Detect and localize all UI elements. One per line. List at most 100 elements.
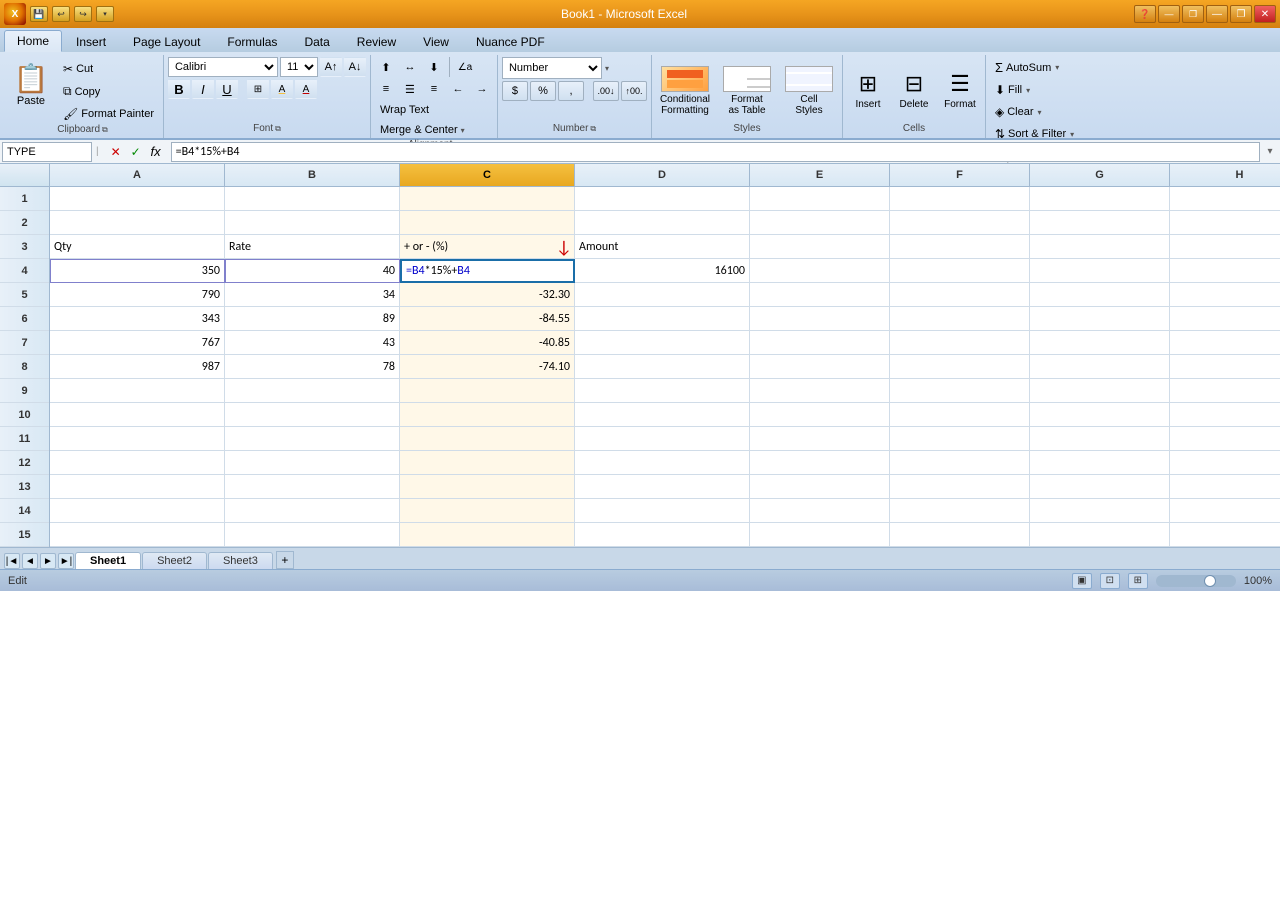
- confirm-formula-button[interactable]: ✓: [127, 143, 145, 161]
- align-bottom-button[interactable]: ⬇: [423, 57, 445, 77]
- cell-D11[interactable]: [575, 427, 750, 451]
- cell-C6[interactable]: -84.55: [400, 307, 575, 331]
- cell-G14[interactable]: [1030, 499, 1170, 523]
- cell-B15[interactable]: [225, 523, 400, 547]
- cell-G4[interactable]: [1030, 259, 1170, 283]
- currency-button[interactable]: $: [502, 81, 528, 101]
- cell-C2[interactable]: [400, 211, 575, 235]
- undo-button[interactable]: ↩: [52, 6, 70, 22]
- restore-ribbon-button[interactable]: ❐: [1182, 5, 1204, 23]
- cell-C1[interactable]: [400, 187, 575, 211]
- cell-F13[interactable]: [890, 475, 1030, 499]
- cell-F14[interactable]: [890, 499, 1030, 523]
- cell-F7[interactable]: [890, 331, 1030, 355]
- col-header-H[interactable]: H: [1170, 164, 1280, 186]
- cell-E9[interactable]: [750, 379, 890, 403]
- qat-dropdown-button[interactable]: ▾: [96, 6, 114, 22]
- cell-G3[interactable]: [1030, 235, 1170, 259]
- cell-C5[interactable]: -32.30: [400, 283, 575, 307]
- fill-color-button[interactable]: A: [271, 79, 293, 99]
- col-header-F[interactable]: F: [890, 164, 1030, 186]
- cell-E11[interactable]: [750, 427, 890, 451]
- help-button[interactable]: ❓: [1134, 5, 1156, 23]
- cell-H6[interactable]: [1170, 307, 1280, 331]
- row-header-15[interactable]: 15: [0, 523, 49, 547]
- cell-D14[interactable]: [575, 499, 750, 523]
- cell-B9[interactable]: [225, 379, 400, 403]
- cell-A6[interactable]: 343: [50, 307, 225, 331]
- cell-G10[interactable]: [1030, 403, 1170, 427]
- tab-page-layout[interactable]: Page Layout: [120, 31, 213, 52]
- cells-group-label[interactable]: Cells: [847, 123, 981, 136]
- cell-E4[interactable]: [750, 259, 890, 283]
- cell-G9[interactable]: [1030, 379, 1170, 403]
- increase-indent-button[interactable]: →: [471, 79, 493, 99]
- formula-input[interactable]: [171, 142, 1260, 162]
- cell-G8[interactable]: [1030, 355, 1170, 379]
- cell-B13[interactable]: [225, 475, 400, 499]
- cell-E13[interactable]: [750, 475, 890, 499]
- align-middle-button[interactable]: ↔: [399, 57, 421, 77]
- row-header-4[interactable]: 4: [0, 259, 49, 283]
- cell-F9[interactable]: [890, 379, 1030, 403]
- percent-button[interactable]: %: [530, 81, 556, 101]
- font-family-select[interactable]: Calibri: [168, 57, 278, 77]
- formula-expand-button[interactable]: ▾: [1262, 142, 1278, 162]
- clipboard-group-label[interactable]: Clipboard ⧉: [6, 124, 159, 137]
- cell-B14[interactable]: [225, 499, 400, 523]
- sheet-nav-prev-button[interactable]: ◄: [22, 553, 38, 569]
- tab-formulas[interactable]: Formulas: [214, 31, 290, 52]
- align-left-button[interactable]: ≡: [375, 79, 397, 99]
- cell-H7[interactable]: [1170, 331, 1280, 355]
- cell-C13[interactable]: [400, 475, 575, 499]
- cell-A4[interactable]: 350: [50, 259, 225, 283]
- cell-D15[interactable]: [575, 523, 750, 547]
- cell-C3[interactable]: + or - (%) ↓: [400, 235, 575, 259]
- border-button[interactable]: ⊞: [247, 79, 269, 99]
- corner-cell[interactable]: [0, 164, 50, 186]
- cell-B4[interactable]: 40: [225, 259, 400, 283]
- row-header-7[interactable]: 7: [0, 331, 49, 355]
- cell-H13[interactable]: [1170, 475, 1280, 499]
- cell-A8[interactable]: 987: [50, 355, 225, 379]
- cell-D8[interactable]: [575, 355, 750, 379]
- cell-H8[interactable]: [1170, 355, 1280, 379]
- cancel-formula-button[interactable]: ✕: [107, 143, 125, 161]
- cell-A12[interactable]: [50, 451, 225, 475]
- delete-cells-button[interactable]: ⊟ Delete: [893, 66, 935, 115]
- cell-F2[interactable]: [890, 211, 1030, 235]
- cell-A9[interactable]: [50, 379, 225, 403]
- cell-F6[interactable]: [890, 307, 1030, 331]
- sheet-tab-sheet1[interactable]: Sheet1: [75, 552, 141, 569]
- cell-B12[interactable]: [225, 451, 400, 475]
- number-format-select[interactable]: Number: [502, 57, 602, 79]
- row-header-1[interactable]: 1: [0, 187, 49, 211]
- cell-D4[interactable]: 16100: [575, 259, 750, 283]
- cell-A10[interactable]: [50, 403, 225, 427]
- cell-F1[interactable]: [890, 187, 1030, 211]
- cell-C7[interactable]: -40.85: [400, 331, 575, 355]
- cell-F4[interactable]: [890, 259, 1030, 283]
- row-header-10[interactable]: 10: [0, 403, 49, 427]
- cell-B6[interactable]: 89: [225, 307, 400, 331]
- cell-H14[interactable]: [1170, 499, 1280, 523]
- cell-A15[interactable]: [50, 523, 225, 547]
- cell-F15[interactable]: [890, 523, 1030, 547]
- cell-F5[interactable]: [890, 283, 1030, 307]
- increase-font-button[interactable]: A↑: [320, 57, 342, 77]
- row-header-9[interactable]: 9: [0, 379, 49, 403]
- col-header-C[interactable]: C: [400, 164, 575, 186]
- cell-G6[interactable]: [1030, 307, 1170, 331]
- row-header-14[interactable]: 14: [0, 499, 49, 523]
- cell-styles-button[interactable]: CellStyles: [780, 61, 838, 119]
- cell-D2[interactable]: [575, 211, 750, 235]
- cell-B2[interactable]: [225, 211, 400, 235]
- copy-button[interactable]: ⧉ Copy: [58, 81, 159, 102]
- cell-H2[interactable]: [1170, 211, 1280, 235]
- cell-B8[interactable]: 78: [225, 355, 400, 379]
- cell-F11[interactable]: [890, 427, 1030, 451]
- tab-nuance-pdf[interactable]: Nuance PDF: [463, 31, 558, 52]
- align-top-button[interactable]: ⬆: [375, 57, 397, 77]
- cell-D13[interactable]: [575, 475, 750, 499]
- redo-button[interactable]: ↪: [74, 6, 92, 22]
